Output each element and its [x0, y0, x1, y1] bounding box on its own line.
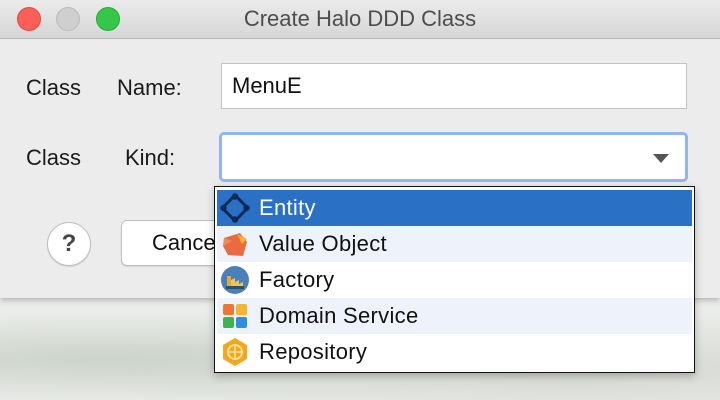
class-name-label-word: Class — [26, 75, 82, 100]
title-bar: Create Halo DDD Class — [0, 0, 720, 39]
help-button[interactable]: ? — [47, 222, 91, 266]
dropdown-item-repository[interactable]: Repository — [217, 334, 692, 370]
dropdown-item-value-object[interactable]: Value Object — [217, 226, 692, 262]
class-kind-label-word: Class — [26, 145, 82, 170]
dropdown-item-label: Value Object — [259, 231, 387, 256]
class-kind-label: Kind: — [125, 145, 176, 170]
dropdown-item-factory[interactable]: Factory — [217, 262, 692, 298]
dropdown-item-label: Entity — [259, 195, 316, 220]
dropdown-item-domain-service[interactable]: Domain Service — [217, 298, 692, 334]
class-name-input[interactable]: MenuE — [221, 63, 687, 109]
dropdown-item-label: Factory — [259, 267, 335, 292]
dropdown-item-label: Domain Service — [259, 303, 419, 328]
dropdown-item-entity[interactable]: Entity — [217, 190, 692, 226]
dropdown-item-label: Repository — [259, 339, 368, 364]
entity-icon — [220, 193, 250, 223]
repository-icon — [223, 338, 247, 366]
window-title: Create Halo DDD Class — [243, 6, 477, 31]
class-name-label: Name: — [117, 75, 182, 100]
dropdown-arrow-icon — [653, 154, 669, 163]
class-kind-dropdown-list: Entity Value Object Factory Domain Servi… — [214, 186, 695, 373]
factory-icon — [221, 266, 249, 294]
domain-service-icon — [223, 304, 247, 328]
class-kind-select[interactable] — [219, 132, 688, 182]
value-object-icon — [223, 233, 247, 256]
